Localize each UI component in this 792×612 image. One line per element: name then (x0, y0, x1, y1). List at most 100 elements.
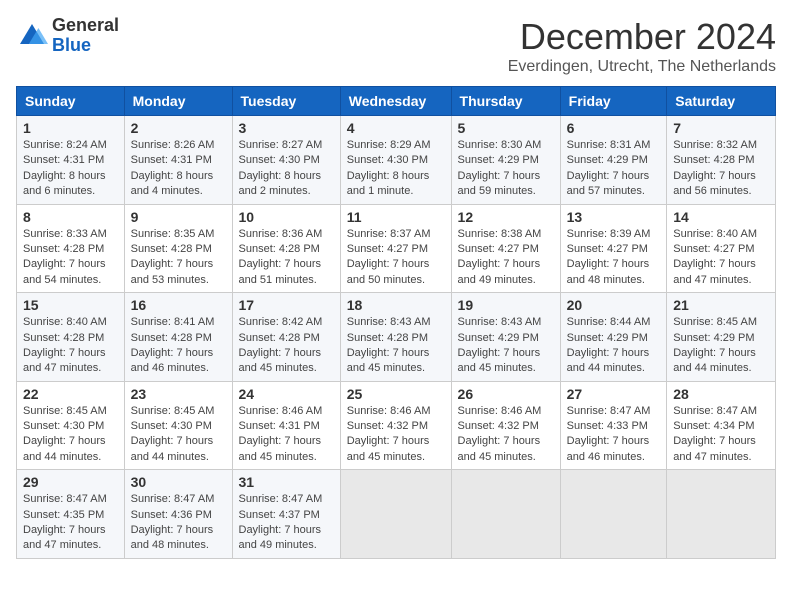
day-number: 3 (239, 120, 334, 136)
calendar-cell: 16Sunrise: 8:41 AM Sunset: 4:28 PM Dayli… (124, 293, 232, 382)
day-number: 2 (131, 120, 226, 136)
column-header-tuesday: Tuesday (232, 87, 340, 116)
day-info: Sunrise: 8:33 AM Sunset: 4:28 PM Dayligh… (23, 227, 118, 289)
day-info: Sunrise: 8:46 AM Sunset: 4:32 PM Dayligh… (347, 404, 445, 466)
calendar-cell (667, 470, 776, 559)
day-number: 25 (347, 386, 445, 402)
calendar-week-5: 29 Sunrise: 8:47 AM Sunset: 4:35 PM Dayli… (17, 470, 776, 559)
day-info: Sunrise: 8:30 AM Sunset: 4:29 PM Dayligh… (458, 138, 554, 200)
calendar-cell: 25 Sunrise: 8:46 AM Sunset: 4:32 PM Dayli… (340, 381, 451, 470)
day-info: Sunrise: 8:31 AM Sunset: 4:29 PM Dayligh… (567, 138, 661, 200)
calendar-week-3: 15 Sunrise: 8:40 AM Sunset: 4:28 PM Dayli… (17, 293, 776, 382)
calendar-cell: 10 Sunrise: 8:36 AM Sunset: 4:28 PM Dayli… (232, 204, 340, 293)
calendar-cell: 13 Sunrise: 8:39 AM Sunset: 4:27 PM Dayli… (560, 204, 667, 293)
day-number: 14 (673, 209, 769, 225)
day-info: Sunrise: 8:47 AM Sunset: 4:36 PM Dayligh… (131, 492, 226, 554)
logo: General Blue (16, 16, 119, 56)
day-info: Sunrise: 8:37 AM Sunset: 4:27 PM Dayligh… (347, 227, 445, 289)
day-number: 9 (131, 209, 226, 225)
day-info: Sunrise: 8:40 AM Sunset: 4:28 PM Dayligh… (23, 315, 118, 377)
calendar-cell: 1Sunrise: 8:24 AM Sunset: 4:31 PM Daylig… (17, 116, 125, 205)
day-info: Sunrise: 8:38 AM Sunset: 4:27 PM Dayligh… (458, 227, 554, 289)
day-number: 31 (239, 474, 334, 490)
day-number: 21 (673, 297, 769, 313)
calendar-cell: 21 Sunrise: 8:45 AM Sunset: 4:29 PM Dayli… (667, 293, 776, 382)
day-info: Sunrise: 8:29 AM Sunset: 4:30 PM Dayligh… (347, 138, 445, 200)
day-number: 22 (23, 386, 118, 402)
page-header: General Blue December 2024 Everdingen, U… (16, 16, 776, 76)
day-info: Sunrise: 8:35 AM Sunset: 4:28 PM Dayligh… (131, 227, 226, 289)
day-info: Sunrise: 8:45 AM Sunset: 4:29 PM Dayligh… (673, 315, 769, 377)
day-number: 1 (23, 120, 118, 136)
day-number: 19 (458, 297, 554, 313)
day-info: Sunrise: 8:47 AM Sunset: 4:37 PM Dayligh… (239, 492, 334, 554)
calendar-cell: 5 Sunrise: 8:30 AM Sunset: 4:29 PM Daylig… (451, 116, 560, 205)
calendar-cell: 3 Sunrise: 8:27 AM Sunset: 4:30 PM Daylig… (232, 116, 340, 205)
calendar-cell: 14 Sunrise: 8:40 AM Sunset: 4:27 PM Dayli… (667, 204, 776, 293)
day-number: 8 (23, 209, 118, 225)
day-info: Sunrise: 8:27 AM Sunset: 4:30 PM Dayligh… (239, 138, 334, 200)
calendar-cell: 23 Sunrise: 8:45 AM Sunset: 4:30 PM Dayli… (124, 381, 232, 470)
logo-blue: Blue (52, 36, 119, 56)
day-number: 11 (347, 209, 445, 225)
day-info: Sunrise: 8:32 AM Sunset: 4:28 PM Dayligh… (673, 138, 769, 200)
day-info: Sunrise: 8:40 AM Sunset: 4:27 PM Dayligh… (673, 227, 769, 289)
day-number: 13 (567, 209, 661, 225)
calendar-cell: 12 Sunrise: 8:38 AM Sunset: 4:27 PM Dayli… (451, 204, 560, 293)
calendar-cell (340, 470, 451, 559)
location-subtitle: Everdingen, Utrecht, The Netherlands (508, 58, 776, 76)
calendar-cell: 19 Sunrise: 8:43 AM Sunset: 4:29 PM Dayli… (451, 293, 560, 382)
day-info: Sunrise: 8:43 AM Sunset: 4:29 PM Dayligh… (458, 315, 554, 377)
day-info: Sunrise: 8:42 AM Sunset: 4:28 PM Dayligh… (239, 315, 334, 377)
day-info: Sunrise: 8:47 AM Sunset: 4:35 PM Dayligh… (23, 492, 118, 554)
day-info: Sunrise: 8:46 AM Sunset: 4:32 PM Dayligh… (458, 404, 554, 466)
calendar-cell (560, 470, 667, 559)
calendar-cell: 30 Sunrise: 8:47 AM Sunset: 4:36 PM Dayli… (124, 470, 232, 559)
day-number: 4 (347, 120, 445, 136)
day-number: 30 (131, 474, 226, 490)
calendar-cell: 31 Sunrise: 8:47 AM Sunset: 4:37 PM Dayli… (232, 470, 340, 559)
day-info: Sunrise: 8:45 AM Sunset: 4:30 PM Dayligh… (131, 404, 226, 466)
calendar-week-1: 1Sunrise: 8:24 AM Sunset: 4:31 PM Daylig… (17, 116, 776, 205)
calendar-cell: 2 Sunrise: 8:26 AM Sunset: 4:31 PM Daylig… (124, 116, 232, 205)
column-header-monday: Monday (124, 87, 232, 116)
column-header-sunday: Sunday (17, 87, 125, 116)
calendar-cell: 29 Sunrise: 8:47 AM Sunset: 4:35 PM Dayli… (17, 470, 125, 559)
calendar-cell: 15 Sunrise: 8:40 AM Sunset: 4:28 PM Dayli… (17, 293, 125, 382)
calendar-week-2: 8 Sunrise: 8:33 AM Sunset: 4:28 PM Daylig… (17, 204, 776, 293)
column-header-friday: Friday (560, 87, 667, 116)
day-number: 24 (239, 386, 334, 402)
day-number: 26 (458, 386, 554, 402)
day-info: Sunrise: 8:39 AM Sunset: 4:27 PM Dayligh… (567, 227, 661, 289)
calendar-cell: 24 Sunrise: 8:46 AM Sunset: 4:31 PM Dayli… (232, 381, 340, 470)
day-number: 15 (23, 297, 118, 313)
calendar-cell: 27 Sunrise: 8:47 AM Sunset: 4:33 PM Dayli… (560, 381, 667, 470)
calendar-cell (451, 470, 560, 559)
column-header-thursday: Thursday (451, 87, 560, 116)
logo-general: General (52, 16, 119, 36)
day-number: 29 (23, 474, 118, 490)
month-title: December 2024 (508, 16, 776, 58)
logo-icon (16, 20, 48, 52)
day-number: 18 (347, 297, 445, 313)
calendar-cell: 28Sunrise: 8:47 AM Sunset: 4:34 PM Dayli… (667, 381, 776, 470)
calendar-week-4: 22 Sunrise: 8:45 AM Sunset: 4:30 PM Dayli… (17, 381, 776, 470)
day-number: 10 (239, 209, 334, 225)
day-info: Sunrise: 8:44 AM Sunset: 4:29 PM Dayligh… (567, 315, 661, 377)
day-info: Sunrise: 8:36 AM Sunset: 4:28 PM Dayligh… (239, 227, 334, 289)
day-info: Sunrise: 8:26 AM Sunset: 4:31 PM Dayligh… (131, 138, 226, 200)
calendar-cell: 8 Sunrise: 8:33 AM Sunset: 4:28 PM Daylig… (17, 204, 125, 293)
calendar-cell: 7Sunrise: 8:32 AM Sunset: 4:28 PM Daylig… (667, 116, 776, 205)
title-block: December 2024 Everdingen, Utrecht, The N… (508, 16, 776, 76)
day-number: 27 (567, 386, 661, 402)
day-number: 23 (131, 386, 226, 402)
day-info: Sunrise: 8:41 AM Sunset: 4:28 PM Dayligh… (131, 315, 226, 377)
calendar-cell: 4 Sunrise: 8:29 AM Sunset: 4:30 PM Daylig… (340, 116, 451, 205)
day-number: 17 (239, 297, 334, 313)
day-info: Sunrise: 8:47 AM Sunset: 4:33 PM Dayligh… (567, 404, 661, 466)
logo-text: General Blue (52, 16, 119, 56)
day-number: 12 (458, 209, 554, 225)
calendar-cell: 22Sunrise: 8:45 AM Sunset: 4:30 PM Dayli… (17, 381, 125, 470)
day-info: Sunrise: 8:46 AM Sunset: 4:31 PM Dayligh… (239, 404, 334, 466)
day-number: 5 (458, 120, 554, 136)
